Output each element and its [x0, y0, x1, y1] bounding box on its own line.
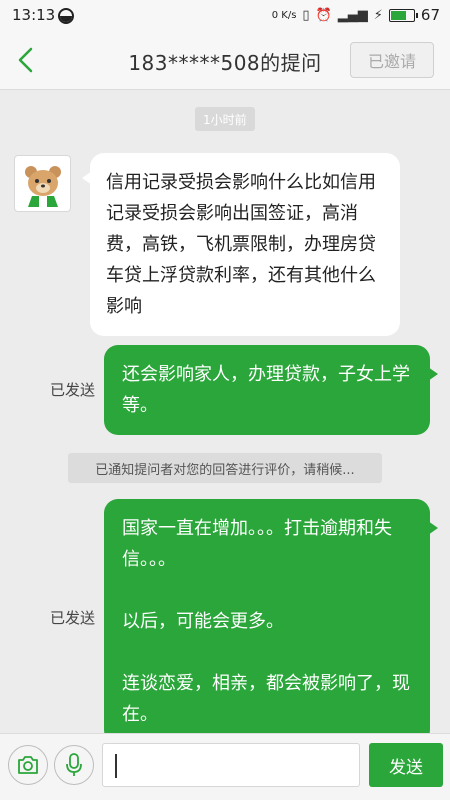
send-button[interactable]: 发送	[369, 743, 443, 787]
status-bar: 13:13 0 K/s ▯ ⏰ ▂▄▆ ⚡ 67	[0, 0, 450, 32]
question-bubble[interactable]: 信用记录受损会影响什么比如信用记录受损会影响出国签证，高消费，高铁，飞机票限制，…	[82, 153, 400, 336]
rating-notice: 已通知提问者对您的回答进行评价，请稍候...	[68, 453, 382, 483]
data-saver-icon	[58, 8, 74, 24]
sent-status: 已发送	[50, 381, 96, 399]
asker-avatar[interactable]	[14, 155, 71, 212]
battery-level	[390, 10, 406, 20]
microphone-icon	[66, 753, 82, 776]
battery-percent: 67	[420, 6, 440, 24]
charging-icon: ⚡	[373, 7, 383, 23]
answer-bubble[interactable]: 还会影响家人，办理贷款，子女上学等。	[104, 345, 438, 435]
bear-avatar	[24, 165, 61, 207]
net-speed: 0 K/s	[271, 9, 297, 21]
chat-area[interactable]: 1小时前 信用记录受损会影响什么比如信用记录受损会影响出国签证，高消费，高铁，飞…	[0, 91, 450, 744]
message-input[interactable]	[102, 743, 360, 787]
answer-bubble[interactable]: 国家一直在增加。。。打击逾期和失信。。。 以后，可能会更多。 连谈恋爱，相亲，都…	[104, 499, 438, 744]
voice-button[interactable]	[54, 745, 94, 785]
signal-icon: ▂▄▆	[337, 7, 368, 23]
answer-line: 连谈恋爱，相亲，都会被影响了，现在。	[122, 673, 410, 725]
camera-button[interactable]	[8, 745, 48, 785]
status-icons: 0 K/s ▯ ⏰ ▂▄▆ ⚡ 67	[272, 6, 440, 24]
text-cursor	[115, 754, 117, 778]
invited-button[interactable]: 已邀请	[350, 42, 434, 78]
vibrate-icon: ▯	[302, 7, 310, 23]
alarm-icon: ⏰	[315, 7, 332, 23]
sent-status: 已发送	[50, 609, 96, 627]
input-bar: 发送	[0, 733, 450, 800]
answer-line: 国家一直在增加。。。打击逾期和失信。。。	[122, 518, 392, 570]
status-time: 13:13	[12, 6, 56, 24]
answer-line: 以后，可能会更多。	[122, 611, 284, 632]
message-timestamp: 1小时前	[195, 107, 255, 131]
header: 183*****508的提问 已邀请	[0, 32, 450, 90]
battery-icon	[388, 8, 418, 22]
camera-icon	[18, 756, 38, 774]
